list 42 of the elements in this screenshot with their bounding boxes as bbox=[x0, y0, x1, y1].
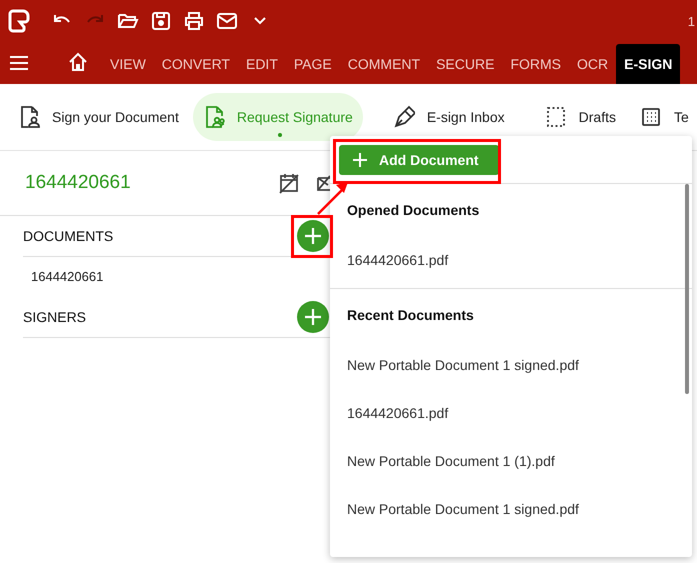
document-item[interactable]: 1644420661.pdf bbox=[347, 236, 692, 284]
menu-tab[interactable]: OCR bbox=[569, 44, 616, 84]
dashed-square-icon bbox=[544, 105, 567, 129]
menu-tab[interactable]: VIEW bbox=[102, 44, 154, 84]
menu-tab[interactable]: FORMS bbox=[502, 44, 569, 84]
add-button[interactable] bbox=[297, 220, 329, 252]
ribbon-button[interactable]: Sign your Document bbox=[8, 93, 189, 141]
plus-icon bbox=[352, 152, 368, 168]
ribbon-button[interactable]: Drafts bbox=[534, 93, 626, 141]
home-icon[interactable] bbox=[68, 52, 88, 72]
menu-tab[interactable]: COMMENT bbox=[340, 44, 428, 84]
grid-icon bbox=[640, 105, 662, 129]
document-item[interactable]: 1644420661.pdf bbox=[347, 389, 692, 437]
menu-icon[interactable] bbox=[9, 55, 29, 71]
document-item[interactable]: New Portable Document 1 signed.pdf bbox=[347, 341, 692, 389]
page-counter: 1 bbox=[688, 14, 696, 28]
printer-icon[interactable] bbox=[183, 11, 205, 31]
section-heading: DOCUMENTS bbox=[23, 228, 114, 244]
section-heading: SIGNERS bbox=[23, 309, 86, 325]
pen-nib-icon bbox=[392, 105, 415, 129]
menu-tab[interactable]: EDIT bbox=[238, 44, 286, 84]
group-heading: Recent Documents bbox=[347, 306, 475, 325]
ribbon-button[interactable]: E-sign Inbox bbox=[382, 93, 515, 141]
menu-tab[interactable]: PAGE bbox=[286, 44, 340, 84]
document-item[interactable]: New Portable Document 1 signed.pdf bbox=[347, 485, 692, 533]
ribbon-button[interactable]: Te bbox=[630, 93, 697, 141]
document-person-icon bbox=[18, 105, 40, 129]
scrollbar[interactable] bbox=[685, 184, 689, 394]
folder-icon[interactable] bbox=[117, 11, 139, 31]
add-button[interactable] bbox=[297, 301, 329, 333]
app-logo-icon bbox=[8, 9, 30, 33]
calendar-off-icon[interactable] bbox=[278, 172, 300, 194]
document-item[interactable]: New Portable Document 1 (1).pdf bbox=[347, 437, 692, 485]
menu-tab[interactable]: SECURE bbox=[428, 44, 502, 84]
add-document-button[interactable]: Add Document bbox=[339, 145, 499, 175]
menu-tab[interactable]: CONVERT bbox=[154, 44, 238, 84]
menu-tab[interactable]: E-SIGN bbox=[616, 44, 680, 84]
envelope-icon[interactable] bbox=[216, 11, 238, 31]
document-title: 1644420661 bbox=[25, 172, 132, 194]
highlight-box bbox=[291, 215, 333, 258]
group-heading: Opened Documents bbox=[347, 201, 480, 220]
document-item[interactable]: 1644420661 bbox=[23, 257, 330, 297]
